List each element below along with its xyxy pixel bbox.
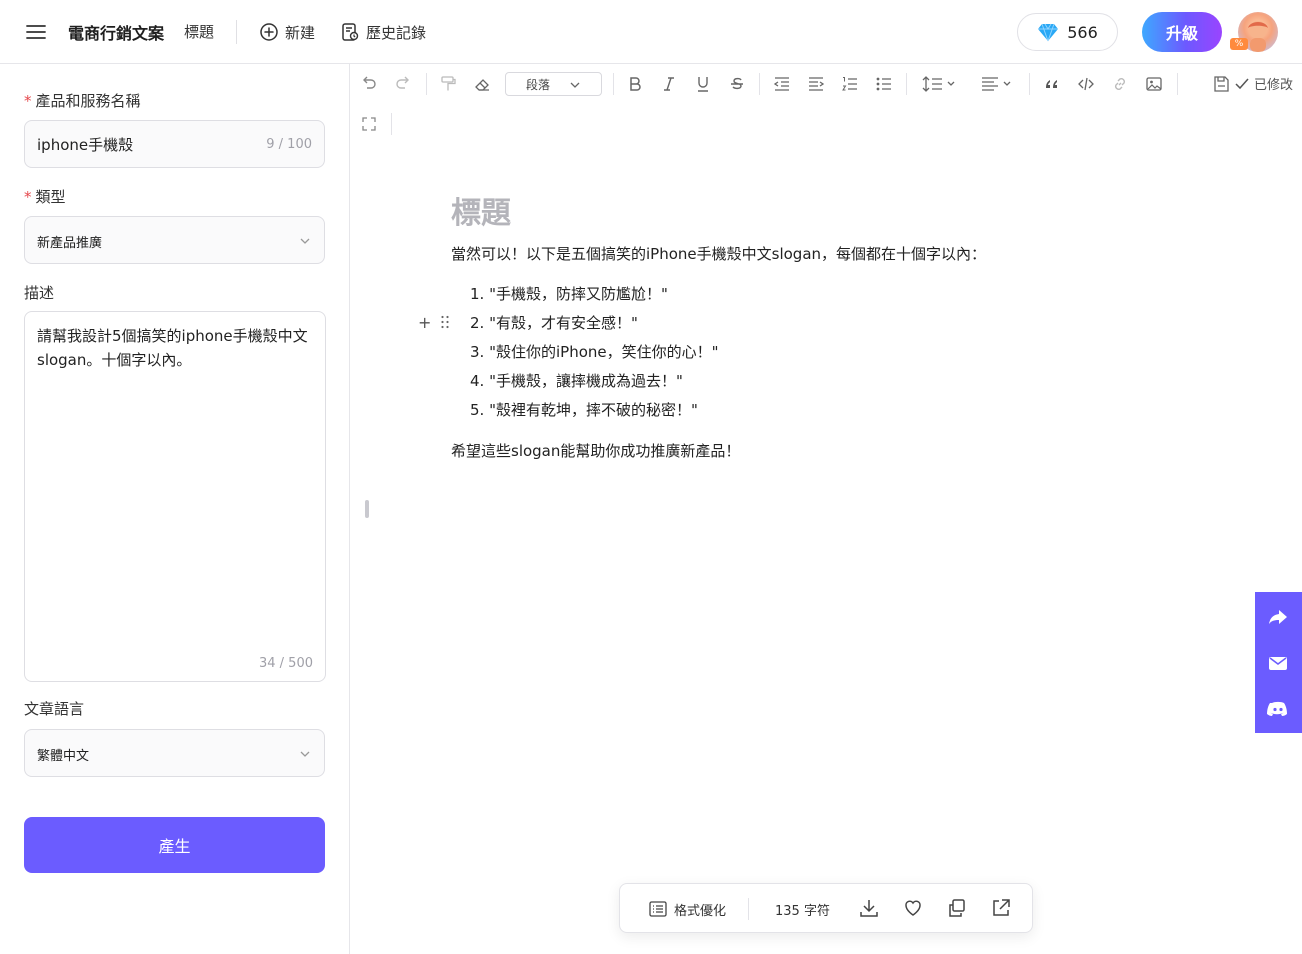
list-item[interactable]: 5. "殼裡有乾坤，摔不破的秘密！" [470, 399, 698, 420]
list-item[interactable]: 4. "手機殼，讓摔機成為過去！" [470, 370, 683, 391]
bullet-list-icon[interactable] [872, 72, 896, 96]
format-optimize-button[interactable]: 格式優化 [648, 898, 726, 920]
product-input[interactable]: iphone手機殼 9 / 100 [24, 120, 325, 168]
underline-icon[interactable] [691, 72, 715, 96]
history-label: 歷史記錄 [366, 23, 427, 42]
redo-icon[interactable] [391, 72, 415, 96]
divider [236, 20, 237, 44]
history-button[interactable]: 歷史記錄 [340, 20, 426, 44]
ordered-list-icon[interactable] [838, 72, 862, 96]
outdent-icon[interactable] [770, 72, 794, 96]
type-label: * 類型 [24, 186, 66, 207]
top-bar: 電商行銷文案 標題 新建 歷史記錄 566 升級 % [0, 0, 1302, 64]
document-title[interactable]: 標題 [184, 21, 214, 42]
link-icon[interactable] [1108, 72, 1132, 96]
quote-icon[interactable] [1040, 72, 1064, 96]
upgrade-button[interactable]: 升級 [1142, 12, 1222, 52]
chevron-down-icon [300, 238, 310, 244]
product-label: * 產品和服務名稱 [24, 90, 141, 111]
description-char-counter: 34 / 500 [259, 656, 313, 671]
product-char-counter: 9 / 100 [266, 137, 312, 152]
chevron-down-icon [570, 82, 580, 88]
copy-icon[interactable] [946, 897, 968, 919]
format-list-icon [649, 901, 667, 917]
credits-badge[interactable]: 566 [1017, 13, 1118, 51]
toolbar-separator [613, 73, 614, 95]
discount-badge: % [1230, 38, 1248, 50]
required-mark: * [24, 188, 32, 206]
char-count: 135 字符 [775, 903, 830, 919]
undo-icon[interactable] [357, 72, 381, 96]
code-icon[interactable] [1074, 72, 1098, 96]
indent-icon[interactable] [804, 72, 828, 96]
paragraph-style-select[interactable]: 段落 [505, 72, 602, 96]
description-textarea[interactable]: 請幫我設計5個搞笑的iphone手機殼中文slogan。十個字以內。 34 / … [24, 311, 326, 682]
toolbar-separator [1029, 73, 1030, 95]
credits-count: 566 [1067, 22, 1098, 42]
list-item[interactable]: 3. "殼住你的iPhone，笑住你的心！" [470, 341, 719, 362]
drag-handle-icon[interactable] [440, 315, 450, 329]
toolbar-separator [391, 113, 392, 135]
share-sidebar [1255, 592, 1302, 733]
eraser-icon[interactable] [470, 72, 494, 96]
list-item[interactable]: 1. "手機殼，防摔又防尷尬！" [470, 283, 668, 304]
history-icon [342, 23, 359, 41]
external-link-icon[interactable] [990, 897, 1012, 919]
check-icon [1235, 78, 1249, 89]
plus-circle-icon [260, 23, 278, 41]
description-value: 請幫我設計5個搞笑的iphone手機殼中文slogan。十個字以內。 [37, 327, 308, 369]
document-intro[interactable]: 當然可以！以下是五個搞笑的iPhone手機殼中文slogan，每個都在十個字以內… [451, 243, 986, 264]
diamond-icon [1038, 23, 1059, 42]
format-painter-icon[interactable] [436, 72, 460, 96]
toolbar-separator [1177, 73, 1178, 95]
line-height-icon[interactable] [920, 72, 960, 96]
mail-icon[interactable] [1267, 652, 1289, 674]
type-select[interactable]: 新產品推廣 [24, 216, 325, 264]
add-block-icon[interactable]: + [418, 313, 431, 332]
divider [748, 898, 749, 920]
type-label-text: 類型 [35, 188, 66, 206]
document-outro[interactable]: 希望這些slogan能幫助你成功推廣新產品！ [451, 440, 740, 461]
language-select-value: 繁體中文 [37, 749, 90, 764]
form-panel: * 產品和服務名稱 iphone手機殼 9 / 100 * 類型 新產品推廣 描述 … [0, 64, 350, 954]
share-icon[interactable] [1267, 606, 1289, 628]
toolbar-separator [426, 73, 427, 95]
generate-button[interactable]: 產生 [24, 817, 325, 873]
toolbar-separator [759, 73, 760, 95]
language-select[interactable]: 繁體中文 [24, 729, 325, 777]
paragraph-style-value: 段落 [526, 77, 551, 92]
italic-icon[interactable] [657, 72, 681, 96]
menu-icon[interactable] [26, 22, 46, 42]
new-label: 新建 [285, 23, 316, 42]
bottom-toolbar: 格式優化 135 字符 [619, 883, 1033, 933]
new-button[interactable]: 新建 [259, 20, 315, 44]
download-icon[interactable] [858, 897, 880, 919]
required-mark: * [24, 92, 32, 110]
product-label-text: 產品和服務名稱 [35, 92, 141, 110]
product-input-value: iphone手機殼 [37, 136, 134, 154]
type-select-value: 新產品推廣 [37, 236, 103, 251]
save-icon [1214, 75, 1229, 92]
heart-icon[interactable] [902, 897, 924, 919]
panel-resize-handle[interactable] [365, 500, 369, 518]
fullscreen-icon[interactable] [357, 112, 381, 136]
strikethrough-icon[interactable] [725, 72, 749, 96]
image-icon[interactable] [1142, 72, 1166, 96]
language-label: 文章語言 [24, 700, 85, 718]
save-status: 已修改 [1212, 74, 1293, 93]
toolbar-separator [906, 73, 907, 95]
save-status-label: 已修改 [1254, 78, 1294, 93]
align-icon[interactable] [978, 72, 1018, 96]
app-title: 電商行銷文案 [68, 24, 165, 43]
discord-icon[interactable] [1267, 698, 1289, 720]
document-heading[interactable]: 標題 [451, 188, 511, 232]
bold-icon[interactable] [623, 72, 647, 96]
chevron-down-icon [300, 751, 310, 757]
description-label: 描述 [24, 284, 55, 302]
format-optimize-label: 格式優化 [674, 903, 727, 919]
list-item[interactable]: 2. "有殼，才有安全感！" [470, 312, 638, 333]
